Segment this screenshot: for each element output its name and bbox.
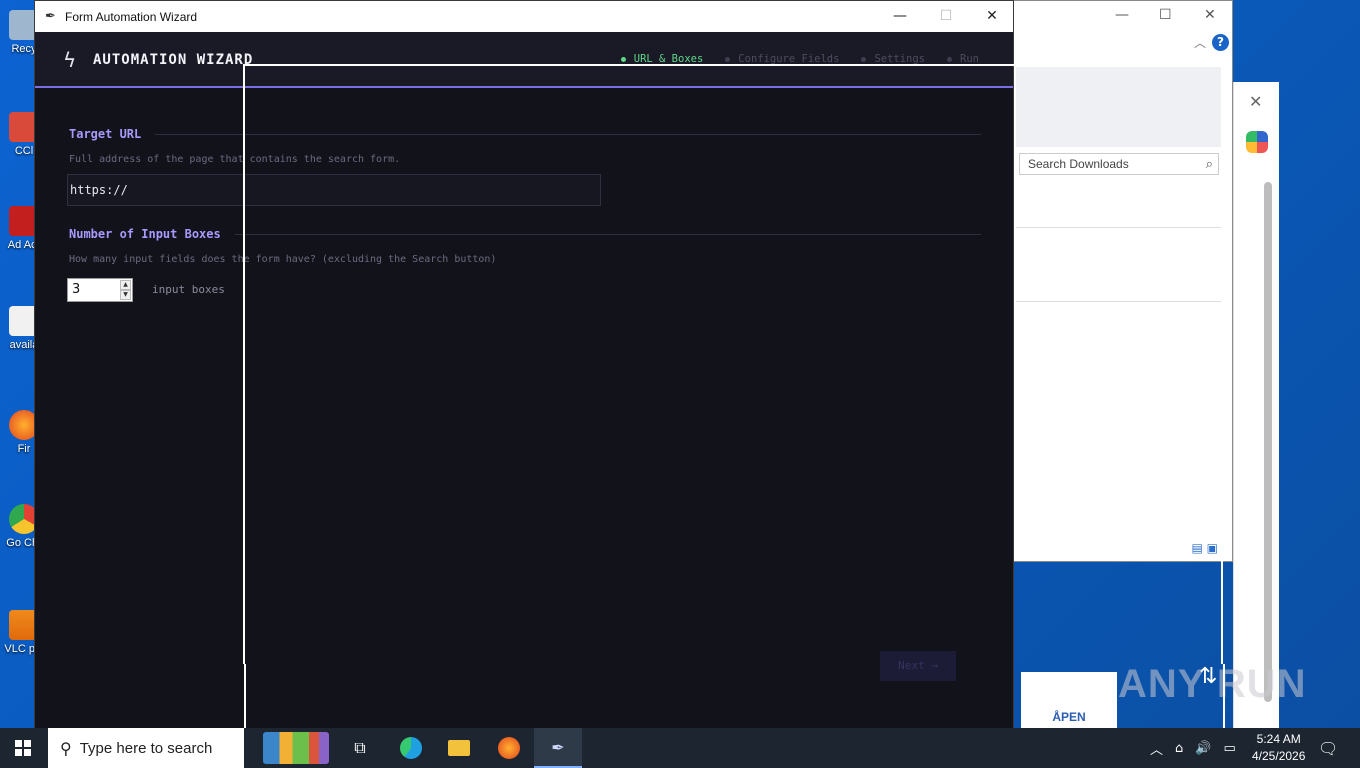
step-dot-icon xyxy=(861,56,867,62)
taskbar-python-app[interactable]: ✒ xyxy=(534,728,582,768)
overlay-frame-top xyxy=(243,64,1223,66)
volume-icon[interactable]: 🔊 xyxy=(1195,741,1211,756)
folder-icon xyxy=(448,740,470,756)
app-brand: AUTOMATION WIZARD xyxy=(93,52,254,68)
input-boxes-spinbox[interactable]: 3 ▲ ▼ xyxy=(67,278,133,302)
task-view-icon: ⧉ xyxy=(354,738,366,757)
maximize-icon[interactable]: ☐ xyxy=(1159,7,1172,23)
side-panel: ✕ xyxy=(1233,82,1279,728)
input-boxes-hint: How many input fields does the form have… xyxy=(69,254,497,265)
divider xyxy=(155,133,981,135)
taskbar-file-explorer[interactable] xyxy=(435,728,483,768)
windows-logo-icon xyxy=(15,740,31,756)
input-boxes-section-header: Number of Input Boxes xyxy=(69,227,981,241)
maximize-button[interactable]: ☐ xyxy=(923,1,969,32)
target-url-input[interactable] xyxy=(67,174,601,206)
spin-down-icon[interactable]: ▼ xyxy=(120,290,131,300)
step-dot-icon xyxy=(725,56,731,62)
overlay-frame-left xyxy=(243,64,245,664)
lightning-icon: ϟ xyxy=(63,48,77,72)
taskbar-firefox[interactable] xyxy=(485,728,533,768)
network-icon[interactable]: ⌂ xyxy=(1175,741,1183,756)
window-title: Form Automation Wizard xyxy=(65,9,198,24)
scrollbar[interactable] xyxy=(1264,182,1272,702)
background-window: — ☐ ✕ ︿ ? Search Downloads ⌕ ▤ ▣ xyxy=(1000,0,1233,562)
desktop-icon-label: Fir xyxy=(17,443,31,455)
taskbar-edge[interactable] xyxy=(387,728,435,768)
task-view-button[interactable]: ⧉ xyxy=(336,728,384,768)
system-clock[interactable]: 5:24 AM 4/25/2026 xyxy=(1252,731,1305,765)
view-mode-icons[interactable]: ▤ ▣ xyxy=(1192,541,1219,555)
chevron-up-icon[interactable]: ︿ xyxy=(1194,34,1206,51)
taskbar-search-placeholder: Type here to search xyxy=(79,739,213,757)
copilot-icon[interactable] xyxy=(1246,131,1268,153)
window-titlebar: ✒ Form Automation Wizard — ☐ ✕ xyxy=(35,1,1013,32)
start-button[interactable] xyxy=(0,728,46,768)
step-dot-icon xyxy=(947,56,953,62)
step-dot-icon xyxy=(620,56,626,62)
desktop-icon-label: Recy xyxy=(11,43,37,55)
downloads-search-input[interactable]: Search Downloads ⌕ xyxy=(1019,153,1219,175)
action-center-icon[interactable]: 🗨 xyxy=(1318,728,1338,768)
divider xyxy=(1016,301,1223,302)
divider xyxy=(234,233,981,235)
app-header: ϟ AUTOMATION WIZARD URL & Boxes Configur… xyxy=(35,32,1013,88)
background-titlebar: — ☐ ✕ xyxy=(1001,1,1232,31)
search-icon: ⚲ xyxy=(60,738,72,758)
wizard-content: Target URL Full address of the page that… xyxy=(35,90,1013,730)
system-tray: ︿ ⌂ 🔊 ▭ xyxy=(1150,728,1236,768)
help-icon[interactable]: ? xyxy=(1212,34,1229,51)
target-url-hint: Full address of the page that contains t… xyxy=(69,154,401,165)
clock-date: 4/25/2026 xyxy=(1252,749,1306,763)
next-button[interactable]: Next → xyxy=(880,651,956,681)
firefox-icon xyxy=(498,737,520,759)
background-panel xyxy=(1016,67,1223,147)
minimize-icon[interactable]: — xyxy=(1115,7,1129,23)
input-boxes-value[interactable]: 3 xyxy=(72,282,80,297)
edge-icon xyxy=(400,737,422,759)
search-icon[interactable]: ⌕ xyxy=(1206,156,1213,172)
minimize-button[interactable]: — xyxy=(877,1,923,32)
clock-time: 5:24 AM xyxy=(1256,732,1301,746)
desktop-icon-label: CCl xyxy=(14,145,34,157)
notification-area-icon[interactable]: ▭ xyxy=(1223,741,1235,756)
close-button[interactable]: ✕ xyxy=(969,1,1015,32)
close-icon[interactable]: ✕ xyxy=(1204,7,1216,23)
target-url-section-header: Target URL xyxy=(69,127,981,141)
taskbar-search-box[interactable]: ⚲ Type here to search xyxy=(48,728,244,768)
feather-icon: ✒ xyxy=(551,737,565,757)
taskbar: ⚲ Type here to search ⧉ ✒ ︿ ⌂ 🔊 ▭ 5:24 A… xyxy=(0,728,1360,768)
downloads-search-placeholder: Search Downloads xyxy=(1028,157,1129,171)
spin-up-icon[interactable]: ▲ xyxy=(120,280,131,290)
chevron-up-icon[interactable]: ︿ xyxy=(1150,739,1163,758)
form-automation-wizard-window: ✒ Form Automation Wizard — ☐ ✕ ϟ AUTOMAT… xyxy=(34,0,1014,730)
overlay-frame-right xyxy=(1221,64,1223,664)
target-url-title: Target URL xyxy=(69,127,142,141)
close-icon[interactable]: ✕ xyxy=(1249,92,1262,111)
search-highlight-image[interactable] xyxy=(263,732,329,764)
feather-icon: ✒ xyxy=(45,9,56,24)
input-boxes-unit: input boxes xyxy=(152,283,225,296)
open-button[interactable]: ÅPEN xyxy=(1021,672,1117,728)
input-boxes-title: Number of Input Boxes xyxy=(69,227,221,241)
resize-cursor-icon: ⇅ xyxy=(1199,664,1218,689)
divider xyxy=(1016,227,1223,228)
